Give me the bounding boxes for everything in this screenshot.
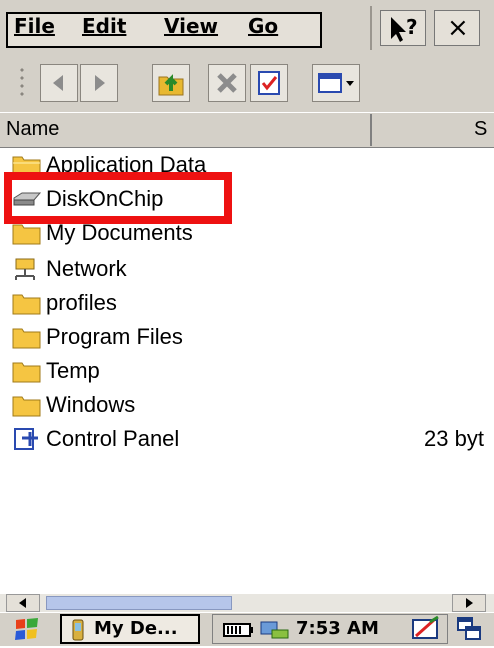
- help-question-icon: ?: [391, 15, 418, 42]
- properties-button[interactable]: [250, 64, 288, 102]
- file-name: Network: [46, 256, 127, 281]
- control-panel-icon: [14, 428, 38, 450]
- task-label: My De...: [94, 618, 178, 639]
- forward-button[interactable]: [80, 64, 118, 102]
- close-button[interactable]: ×: [434, 10, 480, 46]
- scroll-left-arrow-icon: [19, 598, 26, 608]
- list-item[interactable]: Network: [0, 252, 494, 286]
- list-item[interactable]: Temp: [0, 354, 494, 388]
- scroll-right-button[interactable]: [452, 594, 486, 612]
- network-icon: [15, 258, 35, 280]
- network-connected-icon: [260, 621, 289, 639]
- view-menu-icon: [318, 73, 354, 93]
- battery-status[interactable]: [222, 620, 256, 640]
- file-name: Control Panel: [46, 426, 180, 451]
- file-name: Windows: [46, 392, 136, 417]
- view-menu-button[interactable]: [312, 64, 360, 102]
- svg-text:?: ?: [406, 15, 418, 39]
- help-button[interactable]: ?: [380, 10, 426, 46]
- menu-go[interactable]: Go: [248, 14, 278, 38]
- list-item[interactable]: profiles: [0, 286, 494, 320]
- toolbar-grip[interactable]: [18, 66, 26, 100]
- menu-file[interactable]: File: [14, 14, 55, 38]
- file-name: profiles: [46, 290, 117, 315]
- clock[interactable]: 7:53 AM: [296, 618, 379, 639]
- file-size: 23 byt: [424, 426, 484, 451]
- scroll-left-button[interactable]: [6, 594, 40, 612]
- forward-arrow-icon: [95, 75, 105, 91]
- highlight-box: [4, 172, 232, 224]
- network-status[interactable]: [258, 618, 292, 642]
- folder-icon: [12, 294, 41, 315]
- windows-switch-button[interactable]: [452, 614, 488, 644]
- pocket-pc-icon: [72, 619, 84, 641]
- folder-icon: [12, 362, 41, 383]
- battery-icon: [223, 623, 253, 637]
- close-icon: ×: [447, 13, 469, 43]
- input-panel-button[interactable]: [408, 614, 444, 644]
- list-item[interactable]: Control Panel 23 byt: [0, 422, 494, 456]
- back-button[interactable]: [40, 64, 78, 102]
- list-item[interactable]: Windows: [0, 388, 494, 422]
- menu-edit[interactable]: Edit: [82, 14, 126, 38]
- file-name: Temp: [46, 358, 100, 383]
- delete-x-icon: [217, 73, 237, 93]
- properties-icon: [258, 71, 280, 95]
- scroll-right-arrow-icon: [466, 598, 473, 608]
- back-arrow-icon: [53, 75, 63, 91]
- list-item[interactable]: Program Files: [0, 320, 494, 354]
- menu-separator: [370, 6, 372, 50]
- input-panel-icon: [412, 615, 439, 639]
- column-header-size[interactable]: S: [474, 118, 487, 141]
- folder-icon: [12, 328, 41, 349]
- delete-button[interactable]: [208, 64, 246, 102]
- start-button[interactable]: [10, 614, 46, 644]
- column-header-name[interactable]: Name: [6, 118, 59, 141]
- windows-flag-icon: [15, 618, 38, 640]
- up-folder-icon: [158, 74, 184, 96]
- file-name: Program Files: [46, 324, 183, 349]
- windows-switch-icon: [457, 617, 481, 640]
- menu-view[interactable]: View: [164, 14, 218, 38]
- column-divider[interactable]: [370, 114, 372, 146]
- list-header: [0, 112, 494, 148]
- up-folder-button[interactable]: [152, 64, 190, 102]
- folder-icon: [12, 396, 41, 417]
- scroll-thumb[interactable]: [46, 596, 232, 610]
